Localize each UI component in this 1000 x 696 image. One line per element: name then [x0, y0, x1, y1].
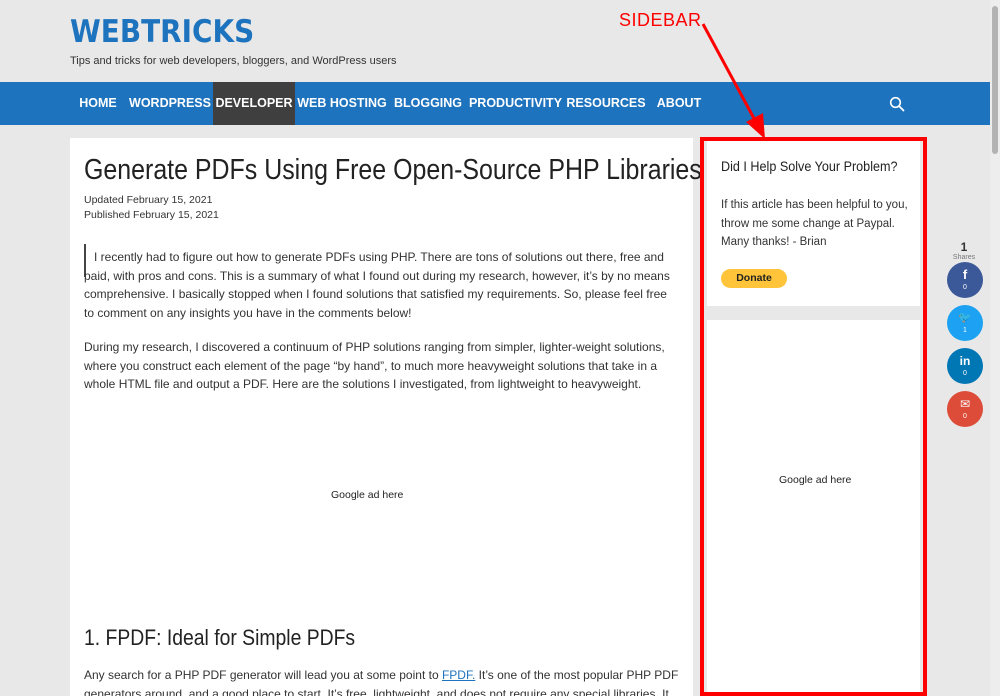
- twitter-share-count: 1: [963, 327, 967, 334]
- intro-paragraph: I recently had to figure out how to gene…: [84, 250, 670, 320]
- email-share-count: 0: [963, 413, 967, 420]
- donate-button[interactable]: Donate: [721, 269, 787, 288]
- fpdf-link[interactable]: FPDF.: [442, 668, 475, 682]
- facebook-share-button[interactable]: f 0: [947, 262, 983, 298]
- twitter-icon: 🐦: [958, 312, 972, 324]
- nav-item-productivity[interactable]: PRODUCTIVITY: [467, 82, 564, 125]
- section-heading-fpdf: 1. FPDF: Ideal for Simple PDFs: [84, 625, 356, 650]
- scrollbar-thumb[interactable]: [992, 6, 998, 154]
- sidebar-ad-placeholder: Google ad here: [779, 474, 852, 486]
- nav-item-web-hosting[interactable]: WEB HOSTING: [295, 82, 389, 125]
- annotation-arrow-icon: [701, 23, 765, 139]
- sidebar-annotation-label: SIDEBAR: [619, 10, 702, 30]
- linkedin-share-button[interactable]: in 0: [947, 348, 983, 384]
- nav-item-home[interactable]: HOME: [70, 82, 126, 125]
- widget-text: If this article has been helpful to you,…: [721, 199, 908, 248]
- fpdf-paragraph: Any search for a PHP PDF generator will …: [84, 668, 679, 696]
- facebook-icon: f: [962, 267, 968, 282]
- facebook-share-count: 0: [963, 284, 967, 291]
- donate-widget: Did I Help Solve Your Problem? If this a…: [707, 140, 920, 306]
- search-icon[interactable]: [889, 96, 905, 112]
- widget-title: Did I Help Solve Your Problem?: [721, 158, 898, 174]
- main-navigation: HOME WORDPRESS DEVELOPER WEB HOSTING BLO…: [0, 82, 1000, 125]
- nav-item-wordpress[interactable]: WORDPRESS: [126, 82, 214, 125]
- sidebar-ad-widget: Google ad here: [707, 320, 920, 696]
- site-tagline: Tips and tricks for web developers, blog…: [70, 55, 397, 67]
- article-content: Generate PDFs Using Free Open-Source PHP…: [70, 138, 702, 696]
- nav-item-resources[interactable]: RESOURCES: [564, 82, 648, 125]
- site-title[interactable]: WEBTRICKS: [70, 14, 254, 50]
- email-icon: ✉: [959, 397, 971, 411]
- linkedin-share-count: 0: [963, 370, 967, 377]
- share-total-label: Shares: [952, 254, 976, 261]
- twitter-share-button[interactable]: 🐦 1: [947, 305, 983, 341]
- nav-item-developer[interactable]: DEVELOPER: [213, 82, 295, 125]
- share-total-count: 1: [960, 240, 968, 254]
- post-published-date: Published February 15, 2021: [84, 209, 219, 221]
- linkedin-icon: in: [959, 354, 971, 368]
- article-ad-placeholder: Google ad here: [331, 489, 404, 501]
- post-title: Generate PDFs Using Free Open-Source PHP…: [84, 154, 702, 186]
- nav-item-blogging[interactable]: BLOGGING: [389, 82, 467, 125]
- email-share-button[interactable]: ✉ 0: [947, 391, 983, 427]
- research-paragraph: During my research, I discovered a conti…: [84, 340, 665, 391]
- post-updated-date: Updated February 15, 2021: [84, 194, 213, 206]
